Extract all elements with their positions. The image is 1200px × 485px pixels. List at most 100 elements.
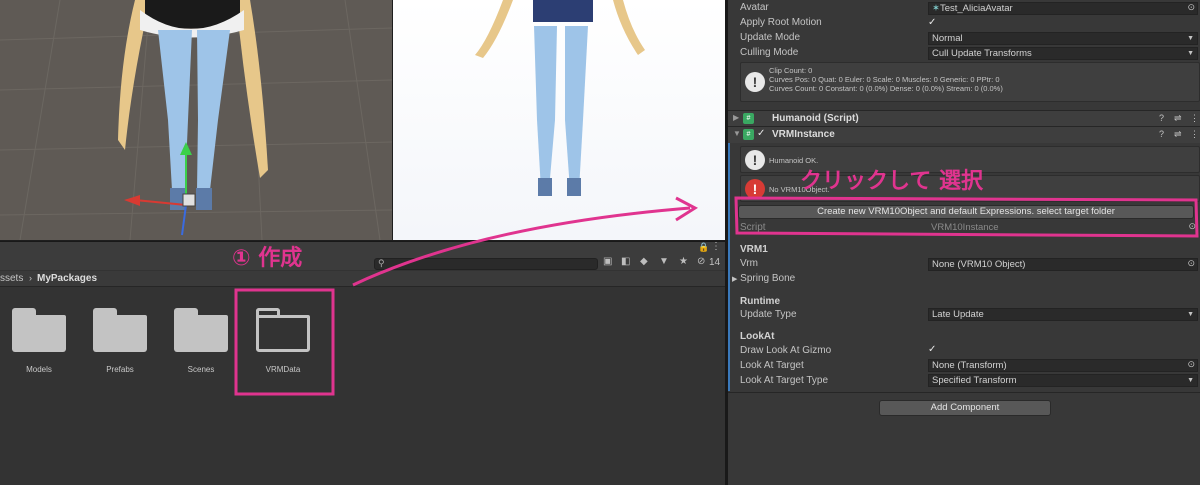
folder-icon: [12, 308, 66, 352]
info-line: Curves Count: 0 Constant: 0 (0.0%) Dense…: [769, 84, 1003, 93]
preset-icon[interactable]: ⇌: [1174, 129, 1182, 140]
enabled-checkbox[interactable]: ✓: [757, 128, 765, 139]
hidden-count: 14: [709, 257, 721, 268]
filter-by-type-icon[interactable]: ◧: [621, 256, 630, 267]
draw-gizmo-checkbox[interactable]: ✓: [928, 344, 940, 356]
update-type-value: Late Update: [932, 309, 984, 320]
folder-scenes[interactable]: Scenes: [171, 308, 231, 374]
update-mode-dropdown[interactable]: Normal ▼: [928, 32, 1198, 45]
preset-icon[interactable]: ⇌: [1174, 113, 1182, 124]
look-target-type-label: Look At Target Type: [740, 375, 829, 386]
folder-models[interactable]: Models: [9, 308, 69, 374]
object-picker-icon: ⊙: [1188, 221, 1196, 231]
breadcrumb-separator: ›: [29, 273, 32, 283]
game-view[interactable]: [393, 0, 725, 240]
look-target-label: Look At Target: [740, 360, 804, 371]
search-input[interactable]: ⚲: [374, 258, 598, 270]
component-title: Humanoid (Script): [772, 113, 859, 124]
script-icon: #: [743, 113, 754, 124]
folder-name: Prefabs: [106, 365, 134, 374]
update-type-dropdown[interactable]: Late Update ▼: [928, 308, 1198, 321]
script-value: VRM10Instance: [931, 222, 999, 233]
spring-bone-foldout[interactable]: ▶ Spring Bone: [732, 273, 795, 288]
project-window: 🔒 ⋮ ⚲ ▣ ◧ ◆ ▼ ★ ⊘ 14 ssets › MyPackages …: [0, 241, 725, 485]
filter-by-label-icon[interactable]: ◆: [640, 256, 648, 267]
runtime-section-header: Runtime: [740, 296, 780, 307]
info-icon: !: [745, 72, 765, 92]
more-options-icon[interactable]: ⋮: [1190, 129, 1199, 140]
look-target-type-dropdown[interactable]: Specified Transform ▼: [928, 374, 1198, 387]
more-options-icon[interactable]: ⋮: [711, 241, 721, 252]
help-text: No VRM10Object.: [769, 185, 830, 194]
script-field: VRM10Instance ⊙: [928, 221, 1198, 235]
look-target-value: None (Transform): [932, 360, 1007, 371]
avatar-icon: ✶: [932, 3, 940, 14]
folder-icon: [256, 308, 310, 352]
object-picker-icon[interactable]: ⊙: [1187, 258, 1195, 269]
humanoid-ok-box: ! Humanoid OK.: [740, 146, 1200, 173]
folder-name: VRMData: [265, 365, 301, 374]
more-options-icon[interactable]: ⋮: [1190, 113, 1199, 124]
object-picker-icon[interactable]: ⊙: [1187, 359, 1195, 370]
avatar-label: Avatar: [740, 2, 769, 13]
create-vrm10object-button[interactable]: Create new VRM10Object and default Expre…: [738, 205, 1194, 219]
dropdown-arrow-icon: ▼: [1187, 311, 1194, 318]
search-icon: ⚲: [378, 258, 385, 268]
vrm1-section-header: VRM1: [740, 244, 768, 255]
spring-bone-label: Spring Bone: [740, 273, 796, 284]
help-icon[interactable]: ?: [1159, 113, 1164, 123]
folder-vrmdata[interactable]: VRMData: [253, 308, 313, 374]
folder-name: Models: [26, 365, 52, 374]
humanoid-component-header[interactable]: ▶ # Humanoid (Script) ? ⇌ ⋮: [728, 110, 1200, 127]
lock-icon[interactable]: 🔒: [698, 242, 709, 253]
update-mode-value: Normal: [932, 33, 963, 44]
favorite-star-icon[interactable]: ★: [679, 256, 688, 267]
avatar-field[interactable]: ✶Test_AliciaAvatar ⊙: [928, 2, 1198, 15]
apply-root-motion-checkbox[interactable]: ✓: [928, 17, 940, 29]
vrm-object-field[interactable]: None (VRM10 Object) ⊙: [928, 258, 1198, 271]
object-picker-icon[interactable]: ⊙: [1187, 2, 1195, 13]
game-character: [475, 0, 645, 196]
vrm-label: Vrm: [740, 258, 758, 269]
animator-info-box: ! Clip Count: 0 Curves Pos: 0 Quat: 0 Eu…: [740, 62, 1200, 102]
folder-icon: [174, 308, 228, 352]
project-toolbar: 🔒 ⋮ ⚲ ▣ ◧ ◆ ▼ ★ ⊘ 14: [0, 241, 725, 270]
selection-bar: [728, 143, 730, 391]
breadcrumb: ssets › MyPackages: [0, 271, 725, 287]
save-search-icon[interactable]: ▼: [659, 256, 669, 267]
breadcrumb-root[interactable]: ssets: [0, 273, 23, 284]
update-mode-label: Update Mode: [740, 32, 801, 43]
help-text: Humanoid OK.: [769, 156, 819, 165]
script-icon: #: [743, 129, 754, 140]
search-by-type-icon[interactable]: ▣: [603, 256, 612, 267]
culling-mode-dropdown[interactable]: Cull Update Transforms ▼: [928, 47, 1198, 60]
breadcrumb-current[interactable]: MyPackages: [37, 273, 97, 284]
component-title: VRMInstance: [772, 129, 835, 140]
help-icon[interactable]: ?: [1159, 129, 1164, 139]
folder-icon: [93, 308, 147, 352]
look-target-type-value: Specified Transform: [932, 375, 1017, 386]
inspector-panel: Avatar ✶Test_AliciaAvatar ⊙ Apply Root M…: [728, 0, 1200, 485]
hidden-packages-icon[interactable]: ⊘: [697, 256, 705, 267]
divider: [728, 392, 1200, 393]
dropdown-arrow-icon: ▼: [1187, 35, 1194, 42]
scene-grid-and-character: [0, 0, 392, 240]
lookat-section-header: LookAt: [740, 331, 775, 342]
error-icon: !: [745, 179, 765, 199]
update-type-label: Update Type: [740, 309, 797, 320]
look-target-field[interactable]: None (Transform) ⊙: [928, 359, 1198, 372]
no-vrm-object-box: ! No VRM10Object.: [740, 175, 1200, 202]
vrm-value: None (VRM10 Object): [932, 259, 1026, 270]
add-component-button[interactable]: Add Component: [879, 400, 1051, 416]
fold-arrow-icon[interactable]: ▼: [733, 129, 741, 138]
folder-name: Scenes: [187, 365, 215, 374]
draw-gizmo-label: Draw Look At Gizmo: [740, 345, 832, 356]
culling-mode-value: Cull Update Transforms: [932, 48, 1032, 59]
dropdown-arrow-icon: ▼: [1187, 377, 1194, 384]
fold-arrow-icon: ▶: [732, 276, 738, 283]
vrminstance-component-header[interactable]: ▼ # ✓ VRMInstance ? ⇌ ⋮: [728, 126, 1200, 143]
scene-view[interactable]: [0, 0, 392, 240]
fold-arrow-icon[interactable]: ▶: [733, 113, 739, 122]
folder-prefabs[interactable]: Prefabs: [90, 308, 150, 374]
avatar-value: Test_AliciaAvatar: [939, 3, 1013, 14]
